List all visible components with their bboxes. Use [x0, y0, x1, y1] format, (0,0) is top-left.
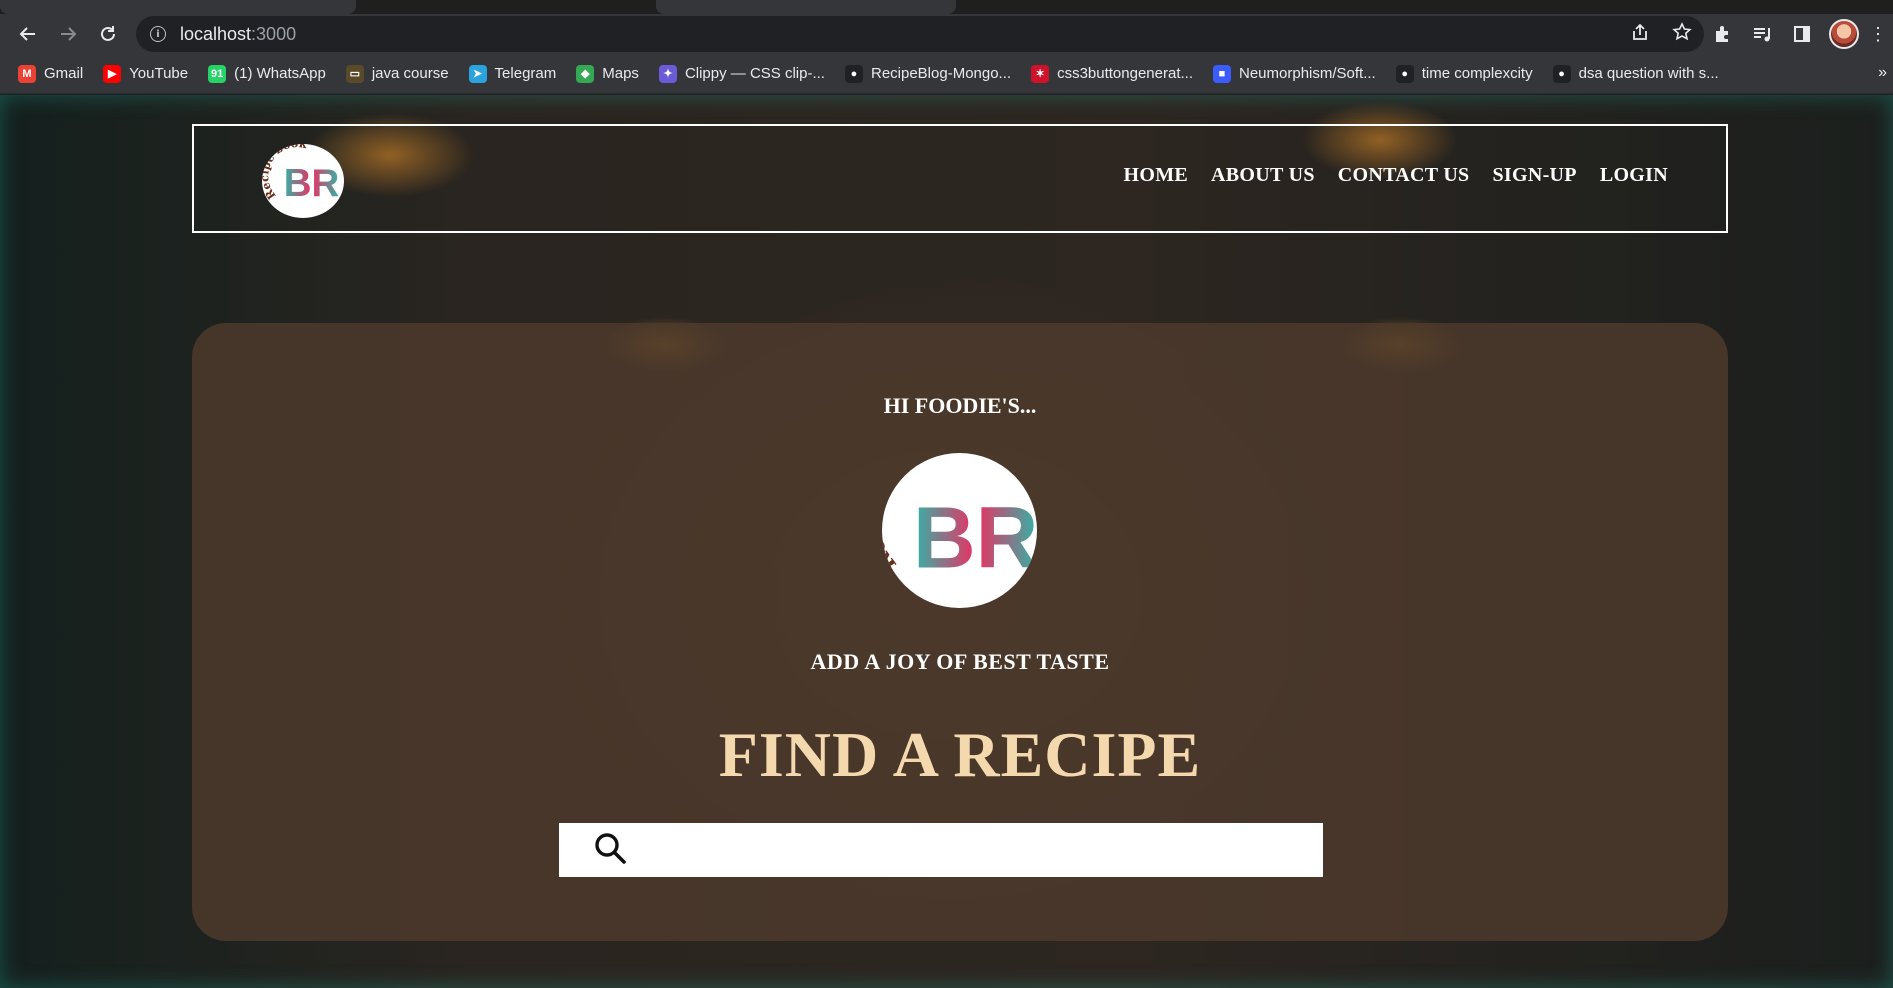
bookmark-label: YouTube: [129, 65, 189, 82]
browser-tab[interactable]: [0, 0, 356, 14]
bookmark-item[interactable]: ➤ Telegram: [468, 64, 557, 83]
bookmark-label: css3buttongenerat...: [1057, 65, 1193, 82]
clippy-icon: ✦: [658, 64, 677, 83]
github-icon: ●: [844, 64, 863, 83]
bookmarks-bar: M Gmail ▶ YouTube 91 (1) WhatsApp ▭ java course…: [0, 54, 1893, 94]
bookmark-item[interactable]: ● RecipeBlog-Mongo...: [844, 64, 1012, 83]
bookmark-label: Gmail: [44, 65, 84, 82]
page-background: BR Recipe book HOME ABOUT US CONTACT US SIG…: [0, 95, 1893, 988]
bookmark-item[interactable]: ▭ java course: [345, 64, 449, 83]
telegram-icon: ➤: [468, 64, 487, 83]
github-icon: ●: [1552, 64, 1571, 83]
bookmark-item[interactable]: 91 (1) WhatsApp: [208, 64, 326, 83]
greeting-text: HI FOODIE'S...: [883, 393, 1037, 418]
bookmark-item[interactable]: ● time complexcity: [1395, 64, 1533, 83]
youtube-icon: ▶: [103, 64, 122, 83]
bookmark-label: Telegram: [494, 65, 557, 82]
bookmark-label: RecipeBlog-Mongo...: [870, 65, 1012, 82]
bookmark-item[interactable]: M Gmail: [18, 64, 84, 83]
nav-link-login[interactable]: LOGIN: [1600, 164, 1668, 187]
bookmark-star-icon[interactable]: [1672, 21, 1692, 47]
browser-tab[interactable]: [656, 0, 956, 14]
extensions-icon[interactable]: [1709, 21, 1735, 47]
bookmark-label: dsa question with s...: [1578, 65, 1719, 82]
svg-text:BR: BR: [284, 162, 340, 205]
profile-avatar[interactable]: [1829, 19, 1859, 49]
site-logo[interactable]: BR Recipe book: [262, 144, 344, 218]
bookmark-item[interactable]: ◆ Maps: [576, 64, 639, 83]
github-icon: ●: [1395, 64, 1414, 83]
svg-text:BR: BR: [913, 490, 1037, 587]
bookmark-item[interactable]: ✶ css3buttongenerat...: [1031, 64, 1193, 83]
find-recipe-heading: FIND A RECIPE: [718, 719, 1202, 790]
forward-icon[interactable]: [48, 14, 88, 54]
bookmark-item[interactable]: ▶ YouTube: [103, 64, 189, 83]
tagline-text: ADD A JOY OF BEST TASTE: [810, 649, 1110, 674]
share-icon[interactable]: [1630, 22, 1650, 47]
bookmarks-overflow-button[interactable]: »: [1878, 64, 1887, 82]
bookmark-item[interactable]: ● dsa question with s...: [1552, 64, 1719, 83]
back-icon[interactable]: [8, 14, 48, 54]
whatsapp-icon: 91: [208, 64, 227, 83]
site-navbar: BR Recipe book HOME ABOUT US CONTACT US SIG…: [192, 124, 1728, 233]
nav-link-about-us[interactable]: ABOUT US: [1211, 164, 1315, 187]
gmail-icon: M: [18, 64, 36, 83]
media-control-icon[interactable]: [1749, 21, 1775, 47]
recipe-search-box[interactable]: [559, 823, 1323, 877]
hero-card: HI FOODIE'S... BR Recipe book ADD A JOY …: [192, 323, 1728, 941]
bookmark-label: time complexcity: [1421, 65, 1533, 82]
neumorphism-icon: ■: [1213, 64, 1231, 83]
hero-logo: BR Recipe book: [882, 453, 1037, 608]
bookmark-item[interactable]: ■ Neumorphism/Soft...: [1213, 64, 1376, 83]
star-burst-icon: ✶: [1031, 64, 1050, 83]
address-bar[interactable]: i localhost:3000: [136, 16, 1704, 52]
bookmark-label: (1) WhatsApp: [234, 65, 326, 82]
maps-icon: ◆: [576, 64, 595, 83]
bookmark-label: java course: [371, 65, 449, 82]
url-text: localhost:3000: [180, 23, 297, 44]
bookmark-item[interactable]: ✦ Clippy — CSS clip-...: [658, 64, 825, 83]
nav-links: HOME ABOUT US CONTACT US SIGN-UP LOGIN: [1123, 164, 1668, 187]
course-icon: ▭: [345, 64, 364, 83]
bookmark-label: Maps: [602, 65, 639, 82]
browser-toolbar: i localhost:3000 ⋮: [0, 14, 1893, 54]
nav-link-contact-us[interactable]: CONTACT US: [1338, 164, 1470, 187]
recipe-search-input[interactable]: [627, 823, 1323, 877]
nav-link-home[interactable]: HOME: [1123, 164, 1188, 187]
bookmark-label: Neumorphism/Soft...: [1239, 65, 1376, 82]
side-panel-icon[interactable]: [1789, 21, 1815, 47]
reload-icon[interactable]: [88, 14, 128, 54]
search-icon[interactable]: [593, 831, 627, 870]
menu-icon[interactable]: ⋮: [1869, 21, 1887, 47]
bookmark-label: Clippy — CSS clip-...: [684, 65, 825, 82]
tab-strip: [0, 0, 1893, 14]
site-info-icon[interactable]: i: [150, 26, 166, 42]
nav-link-sign-up[interactable]: SIGN-UP: [1492, 164, 1576, 187]
